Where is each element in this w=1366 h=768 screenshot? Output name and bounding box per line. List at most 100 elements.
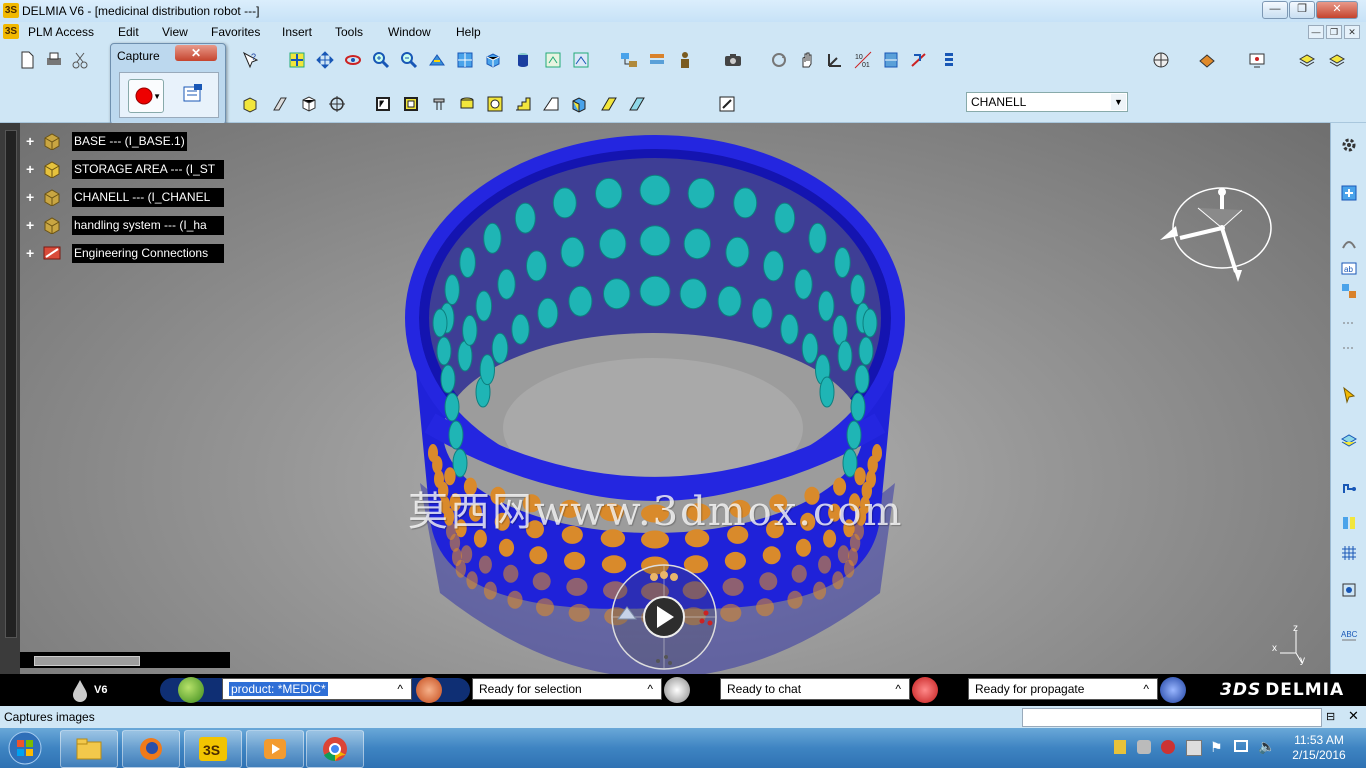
- context-combo[interactable]: CHANELL ▼: [966, 92, 1128, 112]
- compass-widget[interactable]: [1158, 186, 1274, 282]
- zoom-out-icon[interactable]: [399, 50, 419, 70]
- firefox-taskbar-button[interactable]: [122, 730, 180, 768]
- community-icon[interactable]: [1160, 677, 1186, 703]
- layer-filter-icon[interactable]: [939, 50, 959, 70]
- chevron-up-icon[interactable]: ^: [1143, 679, 1149, 699]
- snap-icon[interactable]: [909, 50, 929, 70]
- zoom-in-icon[interactable]: [371, 50, 391, 70]
- tree-node-storage-area[interactable]: + STORAGE AREA --- (I_ST: [26, 159, 224, 179]
- explorer-taskbar-button[interactable]: [60, 730, 118, 768]
- tray-display-icon[interactable]: [1186, 740, 1202, 756]
- selection-icon[interactable]: [416, 677, 442, 703]
- normal-view-icon[interactable]: [427, 50, 447, 70]
- globe-icon[interactable]: [1151, 50, 1171, 70]
- iso-view-icon[interactable]: [483, 50, 503, 70]
- part-body-icon[interactable]: [240, 94, 260, 114]
- power-input[interactable]: [1022, 708, 1322, 727]
- pan-icon[interactable]: [315, 50, 335, 70]
- menu-window[interactable]: Window: [388, 25, 431, 39]
- whats-this-icon[interactable]: ?: [240, 50, 260, 70]
- sync-icon[interactable]: [769, 50, 789, 70]
- menu-help[interactable]: Help: [456, 25, 481, 39]
- fit-icon[interactable]: [1339, 580, 1359, 600]
- playback-widget[interactable]: [606, 563, 722, 674]
- insert-product-icon[interactable]: [1339, 183, 1359, 203]
- menu-edit[interactable]: Edit: [118, 25, 139, 39]
- tree-node-base[interactable]: + BASE --- (I_BASE.1): [26, 131, 187, 151]
- close-button[interactable]: ✕: [1316, 1, 1358, 19]
- start-button[interactable]: [6, 730, 44, 766]
- network-icon[interactable]: [1234, 740, 1248, 752]
- delmia-taskbar-button[interactable]: 3S: [184, 730, 242, 768]
- chevron-up-icon[interactable]: ^: [895, 679, 901, 699]
- target-icon[interactable]: [327, 94, 347, 114]
- chevron-down-icon[interactable]: ▼: [1111, 94, 1126, 110]
- record-dropdown-icon[interactable]: ▼: [153, 92, 161, 101]
- restore-button[interactable]: ❐: [1289, 1, 1315, 19]
- ring-icon[interactable]: [485, 94, 505, 114]
- cylinder-icon[interactable]: [457, 94, 477, 114]
- doc-restore-button[interactable]: ❐: [1326, 25, 1342, 39]
- expand-icon[interactable]: +: [26, 134, 36, 148]
- sweep-alt-icon[interactable]: [627, 94, 647, 114]
- cube-color-icon[interactable]: [569, 94, 589, 114]
- menu-insert[interactable]: Insert: [282, 25, 312, 39]
- expand-icon[interactable]: +: [26, 218, 36, 232]
- cut-icon[interactable]: [70, 50, 90, 70]
- menu-favorites[interactable]: Favorites: [211, 25, 260, 39]
- hand-icon[interactable]: [797, 50, 817, 70]
- tray-notification-icon[interactable]: [1114, 740, 1126, 754]
- dotted-alt-icon[interactable]: [1339, 338, 1359, 358]
- tree-vertical-scrollbar[interactable]: [5, 130, 17, 638]
- chrome-taskbar-button[interactable]: [306, 730, 364, 768]
- doc-close-button[interactable]: ✕: [1344, 25, 1360, 39]
- curve-icon[interactable]: [1339, 233, 1359, 253]
- expand-icon[interactable]: +: [26, 190, 36, 204]
- wedge-icon[interactable]: [541, 94, 561, 114]
- toggle-icon[interactable]: ⊟: [1326, 710, 1335, 723]
- fit-all-icon[interactable]: [287, 50, 307, 70]
- clash-icon[interactable]: [881, 50, 901, 70]
- chevron-up-icon[interactable]: ^: [397, 679, 403, 699]
- multi-view-icon[interactable]: [455, 50, 475, 70]
- settings-gear-icon[interactable]: [1339, 135, 1359, 155]
- sketch-icon[interactable]: [717, 94, 737, 114]
- stairs-icon[interactable]: [513, 94, 533, 114]
- tree-horizontal-scrollbar[interactable]: [20, 652, 230, 668]
- measure-icon[interactable]: 10 01: [853, 50, 873, 70]
- chevron-up-icon[interactable]: ^: [647, 679, 653, 699]
- layers-icon[interactable]: [1339, 430, 1359, 450]
- expand-icon[interactable]: +: [26, 246, 36, 260]
- doc-minimize-button[interactable]: —: [1308, 25, 1324, 39]
- stack-icon[interactable]: [1297, 50, 1317, 70]
- chat-status[interactable]: Ready to chat ^: [720, 678, 910, 700]
- propagate-icon[interactable]: [912, 677, 938, 703]
- product-structure-icon[interactable]: [619, 50, 639, 70]
- propagate-status[interactable]: Ready for propagate ^: [968, 678, 1158, 700]
- text-ab-icon[interactable]: ab: [1339, 258, 1359, 278]
- tool-icon[interactable]: [429, 94, 449, 114]
- select-arrow-icon[interactable]: [1339, 385, 1359, 405]
- chat-icon[interactable]: [664, 677, 690, 703]
- record-button[interactable]: ▼: [128, 79, 164, 113]
- flag-icon[interactable]: ⚑: [1210, 739, 1223, 756]
- close-message-icon[interactable]: ✕: [1348, 708, 1359, 724]
- camera-icon[interactable]: [723, 50, 743, 70]
- tree-node-chanell[interactable]: + CHANELL --- (I_CHANEL: [26, 187, 224, 207]
- shading-icon[interactable]: [513, 50, 533, 70]
- media-taskbar-button[interactable]: [246, 730, 304, 768]
- sweep-icon[interactable]: [599, 94, 619, 114]
- resources-icon[interactable]: [647, 50, 667, 70]
- books-icon[interactable]: [1339, 513, 1359, 533]
- volume-icon[interactable]: 🔈: [1258, 738, 1275, 755]
- selection-status[interactable]: Ready for selection ^: [472, 678, 662, 700]
- menu-tools[interactable]: Tools: [335, 25, 363, 39]
- dotted-icon[interactable]: [1339, 313, 1359, 333]
- stack-alt-icon[interactable]: [1327, 50, 1347, 70]
- hide-show-icon[interactable]: [543, 50, 563, 70]
- abc-icon[interactable]: ABC: [1339, 625, 1359, 645]
- compass-axis-icon[interactable]: [825, 50, 845, 70]
- capture-close-button[interactable]: ✕: [175, 45, 217, 61]
- device-b-icon[interactable]: [401, 94, 421, 114]
- slice-icon[interactable]: [270, 94, 290, 114]
